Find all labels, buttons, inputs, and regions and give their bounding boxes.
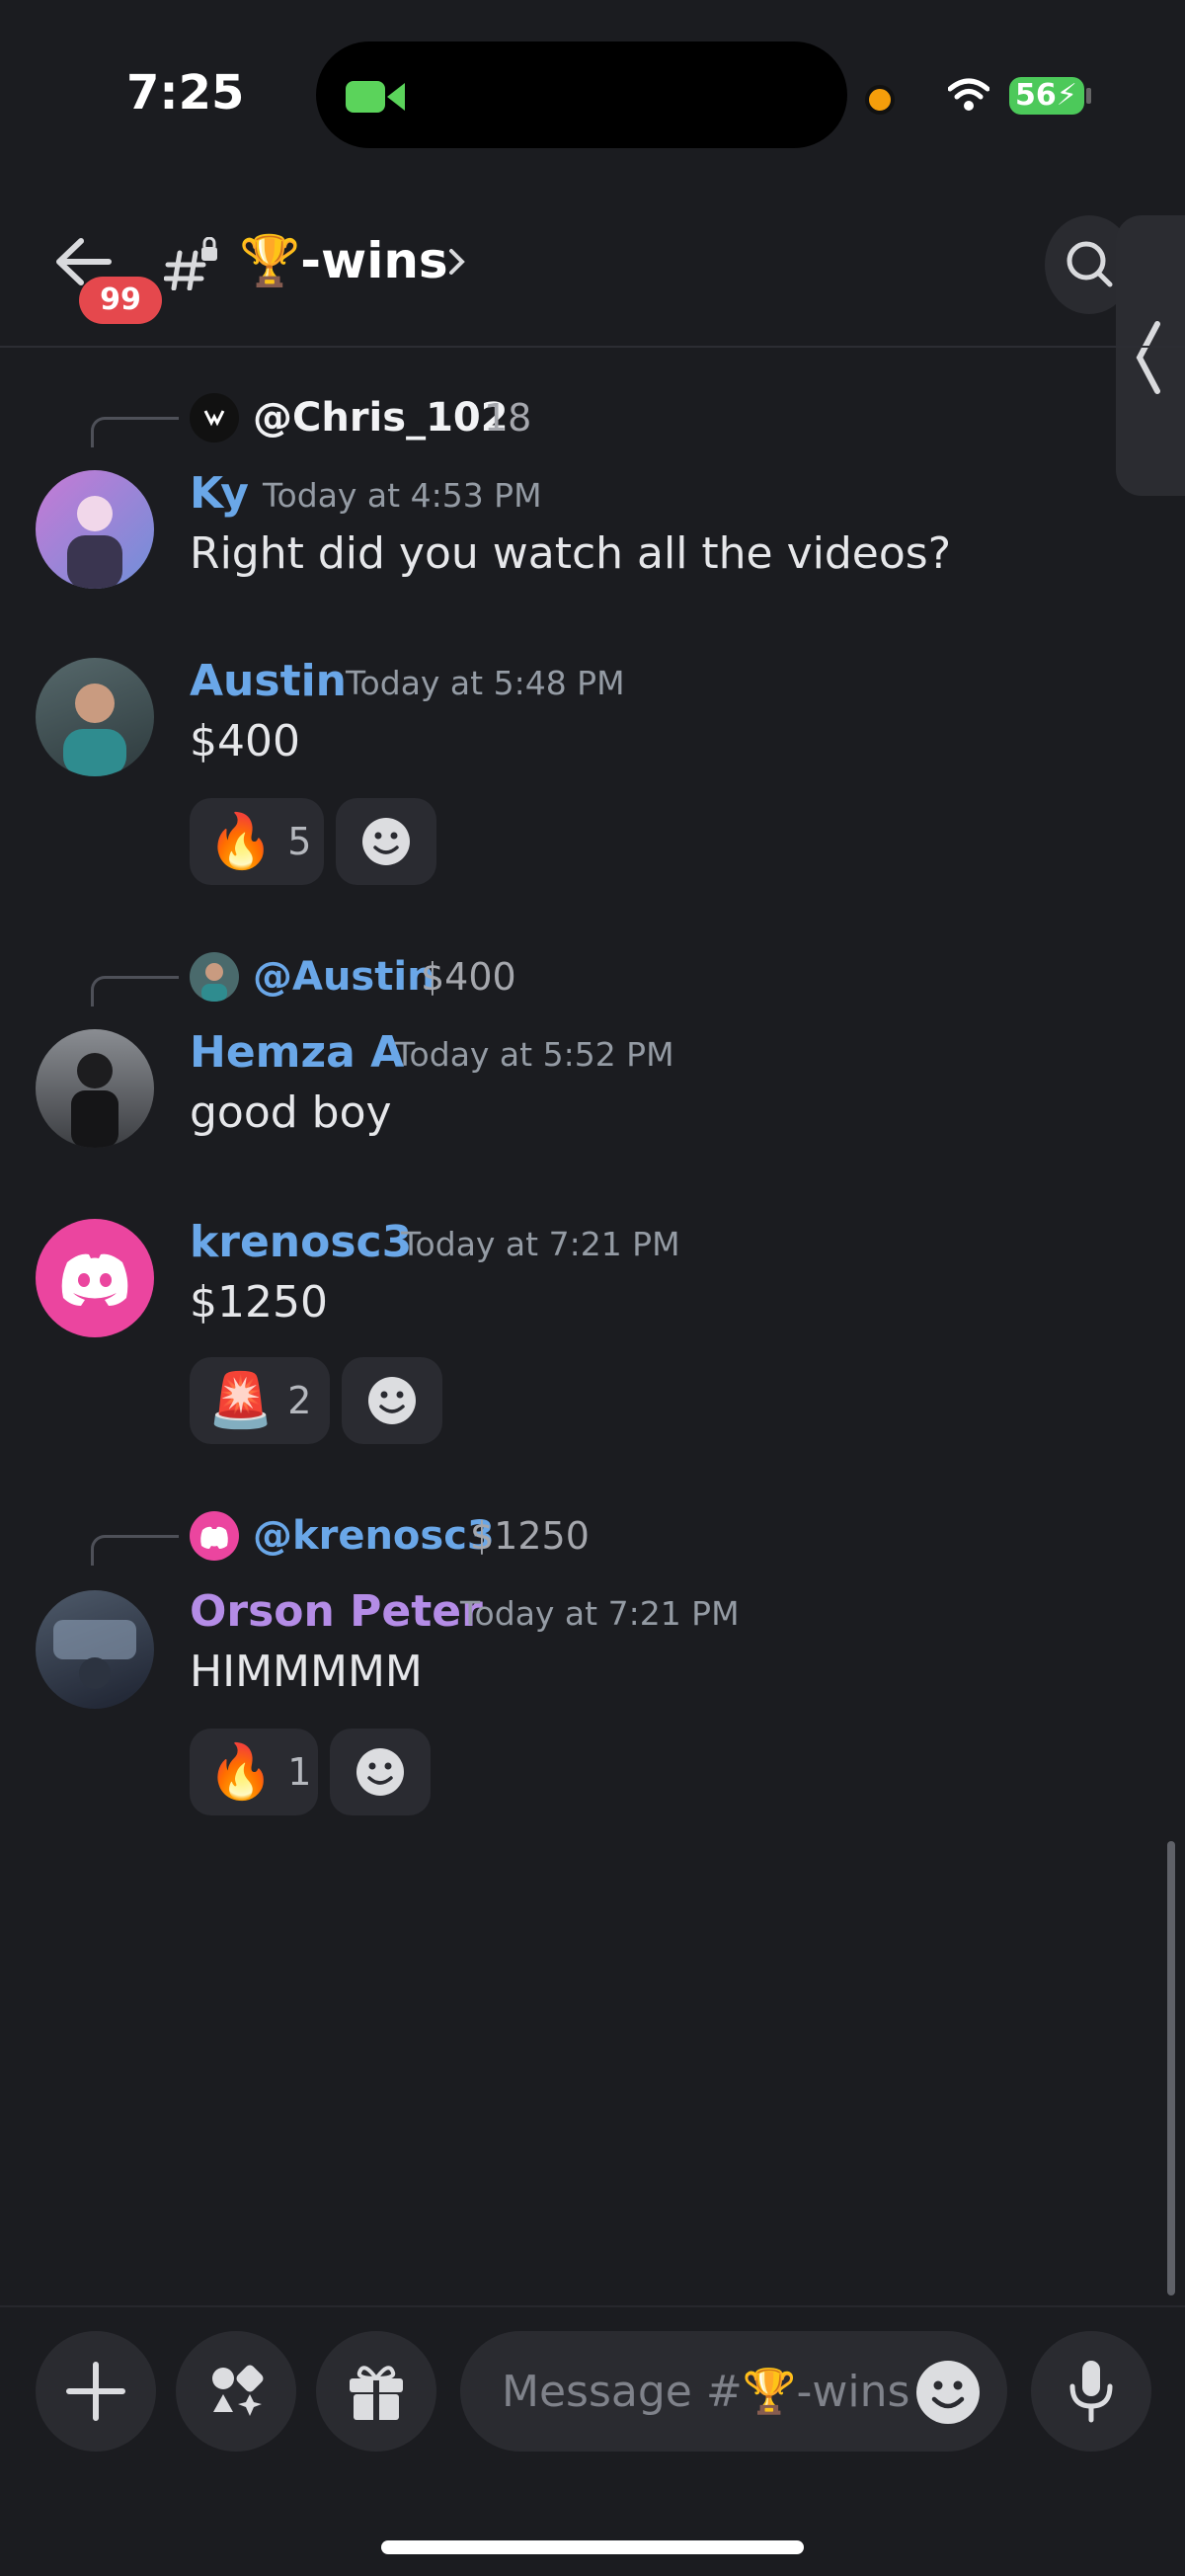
wifi-icon xyxy=(948,78,989,111)
composer-divider xyxy=(0,2305,1185,2307)
message-text[interactable]: $1250 xyxy=(190,1274,328,1331)
message-timestamp: Today at 7:21 PM xyxy=(401,1225,680,1263)
reaction-count: 1 xyxy=(287,1750,312,1794)
header-divider xyxy=(0,346,1185,348)
siren-emoji: 🚨 xyxy=(207,1369,275,1431)
message-timestamp: Today at 5:52 PM xyxy=(395,1035,674,1074)
message-text[interactable]: good boy xyxy=(190,1085,392,1142)
fire-emoji: 🔥 xyxy=(207,1740,275,1803)
reaction-count: 5 xyxy=(287,820,312,863)
chat-scrollbar[interactable] xyxy=(1167,1841,1175,2295)
avatar[interactable] xyxy=(36,1590,154,1709)
smiley-add-icon xyxy=(356,1748,404,1796)
reply-avatar xyxy=(190,1511,239,1561)
privacy-indicator xyxy=(865,85,895,115)
message-text[interactable]: Right did you watch all the videos? xyxy=(190,525,951,583)
smiley-add-icon xyxy=(362,818,410,865)
unread-badge: 99 xyxy=(79,277,162,324)
message-timestamp: Today at 4:53 PM xyxy=(263,476,542,515)
message-author[interactable]: Hemza A xyxy=(190,1025,404,1081)
reply-author[interactable]: @krenosc3 xyxy=(253,1511,495,1561)
reply-author[interactable]: @Chris_102 xyxy=(253,393,509,443)
battery-cap xyxy=(1086,88,1091,104)
chevron-right-icon[interactable] xyxy=(446,245,468,279)
locked-hash-icon xyxy=(164,237,217,290)
message-placeholder[interactable]: Message #🏆-wins xyxy=(502,2363,909,2422)
discord-logo-icon xyxy=(61,1253,128,1306)
fire-emoji: 🔥 xyxy=(207,810,275,872)
reply-avatar xyxy=(190,393,239,443)
message-timestamp: Today at 7:21 PM xyxy=(460,1594,740,1633)
video-camera-icon xyxy=(346,81,405,113)
home-indicator[interactable] xyxy=(381,2540,804,2554)
reply-connector xyxy=(91,417,179,447)
message-text[interactable]: HIMMMMM xyxy=(190,1644,423,1701)
channel-title[interactable]: 🏆-wins xyxy=(239,229,448,292)
gift-icon xyxy=(350,2366,403,2420)
message-author[interactable]: Orson Peter xyxy=(190,1584,483,1640)
message-timestamp: Today at 5:48 PM xyxy=(346,664,625,702)
voice-message-button[interactable] xyxy=(1031,2331,1151,2452)
smiley-add-icon xyxy=(368,1377,416,1424)
message-author[interactable]: Austin xyxy=(190,654,347,709)
plus-icon xyxy=(66,2362,125,2421)
emoji-icon[interactable] xyxy=(914,2359,982,2426)
add-reaction-button[interactable] xyxy=(342,1357,442,1444)
battery-indicator: 56⚡ xyxy=(1009,77,1084,115)
message-author[interactable]: krenosc3 xyxy=(190,1215,412,1270)
microphone-icon xyxy=(1069,2361,1113,2423)
gift-button[interactable] xyxy=(316,2331,436,2452)
apps-icon xyxy=(212,2365,264,2416)
apps-button[interactable] xyxy=(176,2331,296,2452)
reply-snippet[interactable]: $400 xyxy=(421,952,516,1002)
reply-snippet[interactable]: $1250 xyxy=(470,1511,590,1561)
reply-connector xyxy=(91,976,179,1006)
reaction-chip[interactable]: 🔥 1 xyxy=(190,1729,318,1815)
add-reaction-button[interactable] xyxy=(330,1729,431,1815)
reaction-chip[interactable]: 🔥 5 xyxy=(190,798,324,885)
avatar[interactable] xyxy=(36,658,154,776)
add-reaction-button[interactable] xyxy=(336,798,436,885)
add-attachment-button[interactable] xyxy=(36,2331,156,2452)
reply-connector xyxy=(91,1535,179,1566)
reply-avatar xyxy=(190,952,239,1002)
reaction-count: 2 xyxy=(287,1379,312,1422)
reaction-chip[interactable]: 🚨 2 xyxy=(190,1357,330,1444)
chevron-left-icon[interactable] xyxy=(1134,318,1163,397)
avatar[interactable] xyxy=(36,1029,154,1148)
message-author[interactable]: Ky xyxy=(190,466,249,522)
status-time: 7:25 xyxy=(126,65,245,121)
avatar[interactable] xyxy=(36,1219,154,1337)
reply-snippet[interactable]: 18 xyxy=(484,393,531,443)
avatar[interactable] xyxy=(36,470,154,589)
reply-author[interactable]: @Austin xyxy=(253,952,435,1002)
message-text[interactable]: $400 xyxy=(190,713,300,770)
